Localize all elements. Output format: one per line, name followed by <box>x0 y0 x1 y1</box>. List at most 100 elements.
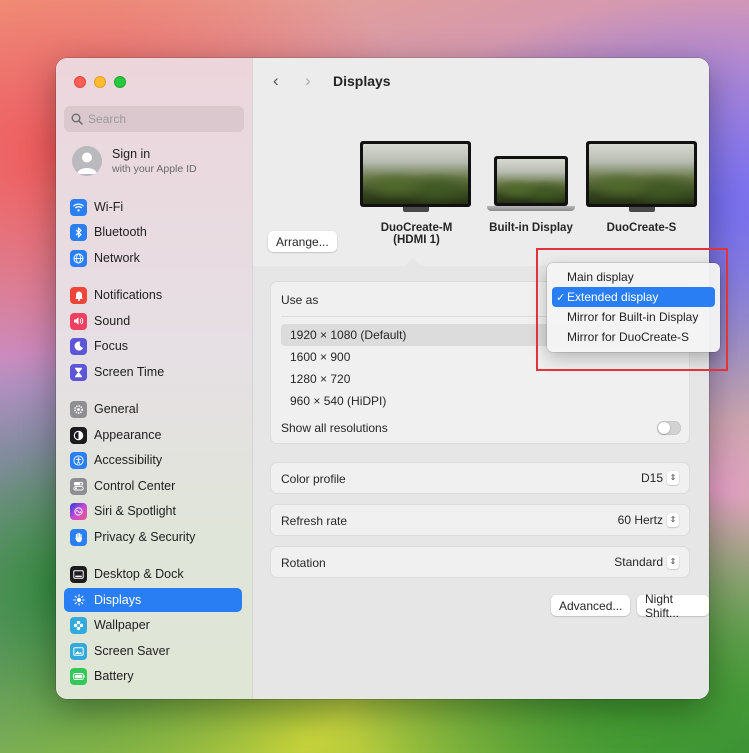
sidebar-item-siri-spotlight[interactable]: Siri & Spotlight <box>64 499 242 523</box>
siri-icon <box>70 502 87 520</box>
monitor-screen <box>494 156 568 206</box>
color-profile-label: Color profile <box>281 472 346 486</box>
page-title: Displays <box>333 73 391 89</box>
wifi-icon <box>70 198 87 216</box>
signin-title: Sign in <box>112 147 151 161</box>
refresh-rate-row: Refresh rate 60 Hertz ⇕ <box>270 504 690 536</box>
search-input[interactable] <box>88 112 228 126</box>
monitor-built-in[interactable] <box>487 156 575 211</box>
refresh-rate-select[interactable]: 60 Hertz ⇕ <box>618 513 679 527</box>
rotation-select[interactable]: Standard ⇕ <box>614 555 679 569</box>
refresh-rate-value: 60 Hertz <box>617 513 663 527</box>
show-all-resolutions-label: Show all resolutions <box>281 421 388 435</box>
forward-icon[interactable]: › <box>305 71 311 91</box>
sidebar-item-label: Displays <box>94 593 142 607</box>
sidebar-item-screen-saver[interactable]: Screen Saver <box>64 639 242 663</box>
sidebar-item-accessibility[interactable]: Accessibility <box>64 448 242 472</box>
sidebar-item-battery[interactable]: Battery <box>64 664 242 688</box>
search-field[interactable] <box>64 106 244 132</box>
sidebar-item-label: General <box>94 402 139 416</box>
sidebar-item-displays[interactable]: Displays <box>64 588 242 612</box>
sidebar-item-network[interactable]: Network <box>64 246 242 270</box>
sidebar-item-label: Bluetooth <box>94 225 147 239</box>
hand-icon <box>70 528 87 546</box>
sidebar-item-control-center[interactable]: Control Center <box>64 474 242 498</box>
main-pane: ‹ › Displays DuoCreate-M (HDMI 1) Built-… <box>253 58 709 699</box>
minimize-button[interactable] <box>94 76 106 88</box>
monitor-duocreate-s[interactable] <box>586 141 697 212</box>
bluetooth-icon <box>70 223 87 241</box>
sidebar-item-wallpaper[interactable]: Wallpaper <box>64 613 242 637</box>
sidebar: Sign in with your Apple ID Wi-Fi Bluetoo… <box>56 58 253 699</box>
moon-icon <box>70 337 87 355</box>
arrange-button[interactable]: Arrange... <box>268 231 337 252</box>
monitor-label: Built-in Display <box>489 222 573 234</box>
rotation-value: Standard <box>614 555 663 569</box>
screen-saver-icon <box>70 642 87 660</box>
night-shift-button[interactable]: Night Shift... <box>637 592 709 620</box>
close-button[interactable] <box>74 76 86 88</box>
sidebar-item-label: Battery <box>94 669 134 683</box>
sidebar-item-label: Wi-Fi <box>94 200 124 214</box>
sidebar-item-label: Appearance <box>94 428 162 442</box>
color-profile-row: Color profile D15 ⇕ <box>270 462 690 494</box>
chevron-up-down-icon: ⇕ <box>667 555 679 569</box>
display-arrangement: DuoCreate-M (HDMI 1) Built-in Display Du… <box>253 102 709 266</box>
sidebar-item-wifi[interactable]: Wi-Fi <box>64 195 242 219</box>
back-icon[interactable]: ‹ <box>273 71 279 91</box>
sidebar-item-label: Network <box>94 251 140 265</box>
refresh-rate-label: Refresh rate <box>281 514 348 528</box>
monitor-label: DuoCreate-S <box>606 222 677 234</box>
sidebar-item-privacy-security[interactable]: Privacy & Security <box>64 525 242 549</box>
search-icon <box>71 113 83 125</box>
settings-window: Sign in with your Apple ID Wi-Fi Bluetoo… <box>56 58 709 699</box>
rotation-label: Rotation <box>281 556 326 570</box>
sidebar-item-desktop-dock[interactable]: Desktop & Dock <box>64 562 242 586</box>
monitor-duocreate-m[interactable] <box>360 141 471 212</box>
sidebar-item-label: Screen Saver <box>94 644 170 658</box>
battery-icon <box>70 667 87 685</box>
sidebar-item-notifications[interactable]: Notifications <box>64 283 242 307</box>
use-as-label: Use as <box>281 293 319 307</box>
show-all-resolutions-toggle[interactable] <box>657 421 681 435</box>
monitor-stand <box>628 207 655 212</box>
sun-icon <box>70 591 87 609</box>
chevron-up-down-icon: ⇕ <box>667 471 679 485</box>
signin-subtitle: with your Apple ID <box>112 163 197 175</box>
globe-icon <box>70 249 87 267</box>
resolution-option[interactable]: 1280 × 720 <box>281 368 681 390</box>
advanced-button[interactable]: Advanced... <box>551 595 631 616</box>
monitor-screen <box>586 141 697 207</box>
color-profile-value: D15 <box>640 471 663 485</box>
sidebar-item-label: Desktop & Dock <box>94 567 184 581</box>
dock-icon <box>70 565 87 583</box>
zoom-button[interactable] <box>114 76 126 88</box>
hourglass-icon <box>70 363 87 381</box>
window-controls <box>74 76 126 88</box>
monitor-screen <box>360 141 471 207</box>
sidebar-item-label: Wallpaper <box>94 618 150 632</box>
laptop-base <box>487 206 575 211</box>
avatar <box>72 146 102 176</box>
monitor-stand <box>402 207 429 212</box>
resolution-option[interactable]: 960 × 540 (HiDPI) <box>281 390 681 412</box>
sidebar-item-focus[interactable]: Focus <box>64 334 242 358</box>
chevron-up-down-icon: ⇕ <box>667 513 679 527</box>
selection-pointer <box>405 258 421 266</box>
sidebar-item-label: Siri & Spotlight <box>94 504 176 518</box>
sidebar-item-bluetooth[interactable]: Bluetooth <box>64 220 242 244</box>
appearance-icon <box>70 426 87 444</box>
sidebar-item-appearance[interactable]: Appearance <box>64 423 242 447</box>
rotation-row: Rotation Standard ⇕ <box>270 546 690 578</box>
sidebar-item-label: Screen Time <box>94 365 165 379</box>
color-profile-select[interactable]: D15 ⇕ <box>641 471 679 485</box>
sidebar-item-sound[interactable]: Sound <box>64 309 242 333</box>
sidebar-item-label: Sound <box>94 314 131 328</box>
sidebar-item-label: Privacy & Security <box>94 530 196 544</box>
annotation-highlight <box>536 248 728 371</box>
sidebar-item-general[interactable]: General <box>64 397 242 421</box>
toolbar: ‹ › Displays <box>253 58 709 102</box>
apple-id-signin[interactable]: Sign in with your Apple ID <box>72 146 197 176</box>
sidebar-item-screen-time[interactable]: Screen Time <box>64 360 242 384</box>
speaker-icon <box>70 312 87 330</box>
